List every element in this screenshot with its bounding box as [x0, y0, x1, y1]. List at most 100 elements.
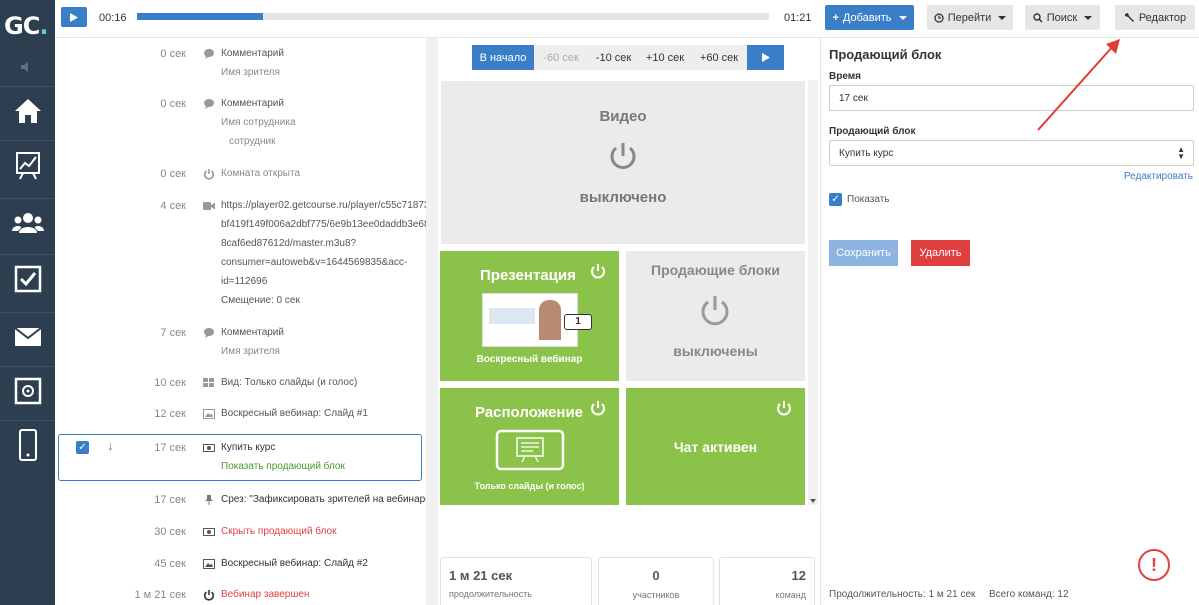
add-button[interactable]: + Добавить: [825, 5, 914, 30]
stat-commands: 12 команд: [719, 557, 815, 605]
scrollbar[interactable]: [808, 80, 818, 505]
selling-blocks-tile[interactable]: Продающие блоки выключены: [626, 251, 805, 381]
play-icon: [70, 12, 78, 22]
list-item[interactable]: 12 сек Воскресный вебинар: Слайд #1: [55, 408, 426, 428]
sound-icon[interactable]: [0, 52, 55, 82]
list-item[interactable]: 7 сек Комментарий Имя зрителя: [55, 327, 426, 367]
chart-icon[interactable]: [0, 140, 55, 188]
seek-fwd-10-button[interactable]: +10 сек: [639, 45, 691, 70]
command-text: Воскресный вебинар: Слайд #1: [221, 408, 368, 419]
list-item[interactable]: 17 сек Срез: "Зафиксировать зрителей на …: [55, 494, 426, 514]
list-item[interactable]: 17 сек Купить курс Показать продающий бло…: [55, 442, 426, 482]
add-label: Добавить: [842, 11, 892, 24]
seek-back-60-button[interactable]: -60 сек: [534, 45, 588, 70]
chat-tile[interactable]: Чат активен: [626, 388, 805, 505]
money-icon: [203, 528, 215, 536]
chat-title: Чат активен: [673, 439, 758, 455]
block-select-value: Купить курс: [839, 148, 894, 159]
tasks-icon[interactable]: [0, 254, 55, 302]
search-button[interactable]: Поиск: [1025, 5, 1100, 30]
layout-caption: Только слайды (и голос): [474, 481, 585, 491]
goto-label: Перейти: [947, 11, 992, 24]
list-item[interactable]: 1 м 21 сек Вебинар завершен: [55, 589, 426, 605]
video-icon: [203, 202, 215, 210]
presentation-board-icon: [495, 429, 565, 471]
save-button[interactable]: Сохранить: [829, 240, 898, 266]
command-text: Воскресный вебинар: Слайд #2: [221, 558, 368, 569]
presentation-title: Презентация: [480, 267, 576, 284]
logo[interactable]: GC.: [4, 12, 52, 42]
panel-title: Продающий блок: [829, 47, 942, 62]
seek-play-button[interactable]: [747, 45, 784, 70]
block-select[interactable]: Купить курс ▲ ▼: [829, 140, 1194, 166]
power-icon[interactable]: [590, 400, 606, 417]
help-button[interactable]: !: [1138, 549, 1170, 581]
command-text: Вид: Только слайды (и голос): [221, 377, 358, 388]
play-button[interactable]: [61, 7, 87, 27]
goto-button[interactable]: Перейти: [927, 5, 1013, 30]
presentation-tile[interactable]: Презентация 1 Воскресный вебинар: [440, 251, 619, 381]
command-text: Комната открыта: [221, 168, 301, 179]
power-icon[interactable]: [776, 400, 792, 417]
list-item[interactable]: 4 сек https://player02.getcourse.ru/play…: [55, 200, 426, 310]
seek-back-10-button[interactable]: -10 сек: [588, 45, 639, 70]
power-icon[interactable]: [699, 294, 731, 328]
command-text: Скрыть продающий блок: [221, 526, 337, 537]
list-item[interactable]: 30 сек Скрыть продающий блок: [55, 526, 426, 546]
progress-fill: [137, 13, 264, 20]
mail-icon[interactable]: [0, 312, 55, 360]
layout-tile[interactable]: Расположение Только слайды (и голос): [440, 388, 619, 505]
mobile-icon[interactable]: [0, 420, 55, 468]
list-item[interactable]: 0 сек Комната открыта: [55, 168, 426, 188]
edit-link[interactable]: Редактировать: [1124, 171, 1193, 182]
power-icon[interactable]: [590, 263, 606, 280]
list-item[interactable]: 10 сек Вид: Только слайды (и голос): [55, 377, 426, 397]
selling-state: выключены: [673, 343, 758, 359]
stat-value: 1 м 21 сек: [449, 568, 513, 583]
panel-divider[interactable]: [426, 38, 438, 605]
show-checkbox[interactable]: ✓: [829, 193, 842, 206]
block-label: Продающий блок: [829, 126, 916, 137]
list-item[interactable]: 0 сек Комментарий Имя зрителя: [55, 48, 426, 88]
slide-number: 1: [564, 314, 592, 330]
command-time: 10 сек: [154, 377, 186, 389]
scroll-down-icon[interactable]: [810, 499, 816, 503]
editor-button[interactable]: Редактор: [1115, 5, 1195, 30]
delete-button[interactable]: Удалить: [911, 240, 970, 266]
command-time: 1 м 21 сек: [134, 589, 186, 601]
command-time: 0 сек: [160, 168, 186, 180]
progress-bar[interactable]: [137, 13, 769, 20]
video-title: Видео: [599, 108, 647, 125]
search-label: Поиск: [1046, 11, 1078, 24]
users-icon[interactable]: [0, 198, 55, 246]
footer-total-commands: Всего команд: 12: [989, 589, 1069, 600]
layout-title: Расположение: [475, 404, 584, 421]
command-time: 7 сек: [160, 327, 186, 339]
seek-start-button[interactable]: В начало: [472, 45, 534, 70]
seek-fwd-60-button[interactable]: +60 сек: [691, 45, 747, 70]
control-panel: В начало -60 сек -10 сек +10 сек +60 сек…: [438, 38, 820, 605]
video-tile[interactable]: Видео выключено: [441, 81, 805, 244]
show-label: Показать: [847, 194, 890, 205]
presenter-photo: [539, 300, 561, 340]
current-time: 00:16: [99, 12, 127, 24]
select-arrows-icon: ▲ ▼: [1177, 145, 1185, 161]
safe-icon[interactable]: [0, 366, 55, 414]
stat-value: 0: [652, 568, 660, 583]
stat-duration: 1 м 21 сек продолжительность: [440, 557, 592, 605]
command-time: 45 сек: [154, 558, 186, 570]
home-icon[interactable]: [0, 86, 55, 134]
list-item[interactable]: 0 сек Комментарий Имя сотрудника сотрудник: [55, 98, 426, 158]
stat-label: команд: [775, 590, 806, 600]
image-icon: [203, 409, 215, 419]
command-editor-panel: Продающий блок Время 17 сек Продающий бл…: [820, 38, 1199, 605]
time-input[interactable]: 17 сек: [829, 85, 1194, 111]
comment-icon: [204, 99, 214, 109]
power-icon[interactable]: [608, 141, 638, 173]
time-label: Время: [829, 71, 861, 82]
command-text: Комментарий Имя сотрудника сотрудник: [221, 98, 296, 147]
command-time: 17 сек: [154, 494, 186, 506]
logo-text: GC: [4, 12, 40, 40]
list-item[interactable]: 45 сек Воскресный вебинар: Слайд #2: [55, 558, 426, 578]
pin-icon: [205, 495, 213, 505]
